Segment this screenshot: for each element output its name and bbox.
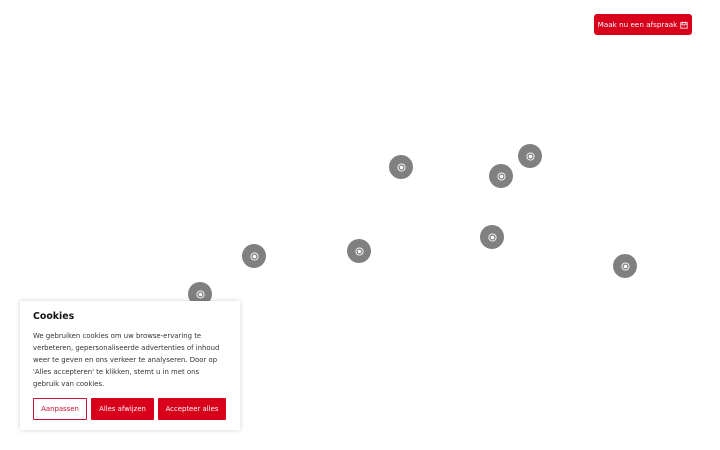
target-icon (195, 289, 205, 299)
cookie-buttons: Aanpassen Alles afwijzen Accepteer alles (33, 398, 226, 420)
reject-all-button[interactable]: Alles afwijzen (91, 398, 154, 420)
cookie-banner: Cookies We gebruiken cookies om uw brows… (20, 301, 240, 430)
customize-button[interactable]: Aanpassen (33, 398, 87, 420)
make-appointment-label: Maak nu een afspraak (597, 20, 678, 29)
hotspot-marker[interactable] (518, 144, 542, 168)
target-icon (354, 246, 364, 256)
target-icon (525, 151, 535, 161)
hotspot-marker[interactable] (242, 244, 266, 268)
accept-all-button[interactable]: Accepteer alles (158, 398, 226, 420)
cookie-title: Cookies (33, 311, 75, 322)
hotspot-marker[interactable] (613, 254, 637, 278)
hotspot-marker[interactable] (389, 155, 413, 179)
make-appointment-button[interactable]: Maak nu een afspraak (594, 14, 692, 35)
cookie-text: We gebruiken cookies om uw browse-ervari… (33, 332, 220, 388)
target-icon (396, 162, 406, 172)
target-icon (249, 251, 259, 261)
calendar-icon (680, 21, 688, 29)
target-icon (487, 232, 497, 242)
hotspot-marker[interactable] (347, 239, 371, 263)
target-icon (620, 261, 630, 271)
hotspot-marker[interactable] (480, 225, 504, 249)
hotspot-marker[interactable] (489, 164, 513, 188)
target-icon (496, 171, 506, 181)
